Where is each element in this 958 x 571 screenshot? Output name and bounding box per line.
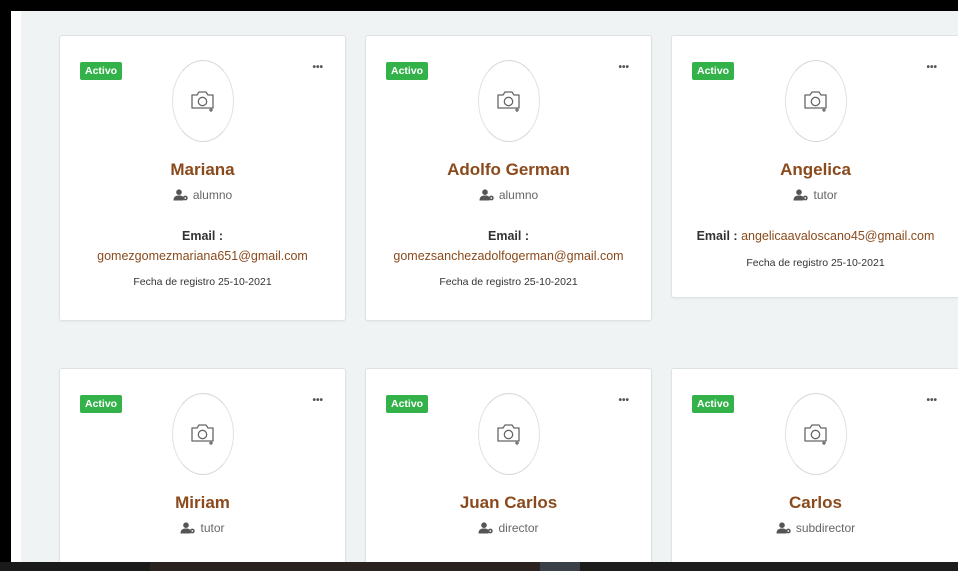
user-card: Activo ••• Mariana alumno Email : gomezg… [59, 35, 346, 321]
user-gear-icon [793, 189, 809, 201]
user-role: director [366, 521, 651, 535]
email-label: Email : [696, 229, 738, 243]
role-label: tutor [813, 188, 838, 202]
user-card: Activo ••• Adolfo German alumno Email : … [365, 35, 652, 321]
more-options-icon[interactable]: ••• [618, 62, 629, 73]
bottom-strip-segment [540, 562, 580, 571]
camera-add-icon [496, 424, 520, 445]
more-options-icon[interactable]: ••• [312, 395, 323, 406]
email-value: gomezgomezmariana651@gmail.com [97, 249, 308, 263]
user-name: Angelica [780, 160, 851, 179]
user-gear-icon [479, 189, 494, 201]
status-badge: Activo [692, 395, 735, 413]
email-value: angelicaavaloscano45@gmail.com [741, 229, 935, 243]
screen-frame-left [0, 0, 11, 571]
user-name: Adolfo German [447, 160, 570, 179]
user-role: tutor [60, 521, 345, 535]
bottom-strip-segment [580, 562, 958, 571]
camera-add-icon [496, 91, 520, 112]
avatar[interactable] [477, 60, 540, 142]
user-name: Miriam [175, 493, 230, 512]
avatar[interactable] [171, 60, 234, 142]
user-name: Juan Carlos [459, 493, 558, 512]
status-badge: Activo [386, 395, 429, 413]
bottom-strip-segment [0, 562, 150, 571]
user-gear-icon [478, 522, 494, 534]
camera-add-icon [190, 424, 214, 445]
user-role: subdirector [672, 521, 958, 535]
bottom-strip-segment [150, 562, 540, 571]
registration-date: Fecha de registro 25-10-2021 [439, 276, 578, 288]
email-label: Email : [488, 229, 529, 243]
screen-frame-top [0, 0, 958, 11]
user-gear-icon [180, 522, 196, 534]
user-gear-icon [776, 522, 791, 534]
status-badge: Activo [692, 62, 735, 80]
email-label: Email : [182, 229, 223, 243]
registration-date: Fecha de registro 25-10-2021 [133, 276, 272, 288]
email-line: Email : angelicaavaloscano45@gmail.com [672, 229, 958, 243]
user-name: Carlos [789, 493, 842, 512]
more-options-icon[interactable]: ••• [926, 395, 937, 406]
user-name: Mariana [170, 160, 235, 179]
role-label: tutor [200, 521, 225, 535]
user-card: Activo ••• Carlos subdirector [671, 368, 958, 562]
role-label: director [498, 521, 539, 535]
user-card: Activo ••• Juan Carlos director [365, 368, 652, 562]
avatar[interactable] [477, 393, 540, 475]
user-role: alumno [60, 188, 345, 202]
user-role: tutor [672, 188, 958, 202]
user-grid: Activo ••• Mariana alumno Email : gomezg… [11, 11, 958, 562]
status-badge: Activo [80, 395, 123, 413]
role-label: alumno [498, 188, 539, 202]
user-gear-icon [173, 189, 188, 201]
status-badge: Activo [80, 62, 123, 80]
user-card: Activo ••• Angelica tutor Email : angeli… [671, 35, 958, 298]
more-options-icon[interactable]: ••• [926, 62, 937, 73]
user-role: alumno [366, 188, 651, 202]
status-badge: Activo [386, 62, 429, 80]
avatar[interactable] [784, 393, 847, 475]
camera-add-icon [190, 91, 214, 112]
role-label: subdirector [795, 521, 856, 535]
email-value: gomezsanchezadolfogerman@gmail.com [393, 249, 624, 263]
screen-frame-bottom [0, 562, 958, 571]
registration-date: Fecha de registro 25-10-2021 [746, 257, 885, 269]
avatar[interactable] [784, 60, 847, 142]
role-label: alumno [192, 188, 233, 202]
avatar[interactable] [171, 393, 234, 475]
camera-add-icon [803, 424, 827, 445]
more-options-icon[interactable]: ••• [312, 62, 323, 73]
left-edge [11, 11, 21, 562]
more-options-icon[interactable]: ••• [618, 395, 629, 406]
user-card: Activo ••• Miriam tutor [59, 368, 346, 562]
camera-add-icon [803, 91, 827, 112]
